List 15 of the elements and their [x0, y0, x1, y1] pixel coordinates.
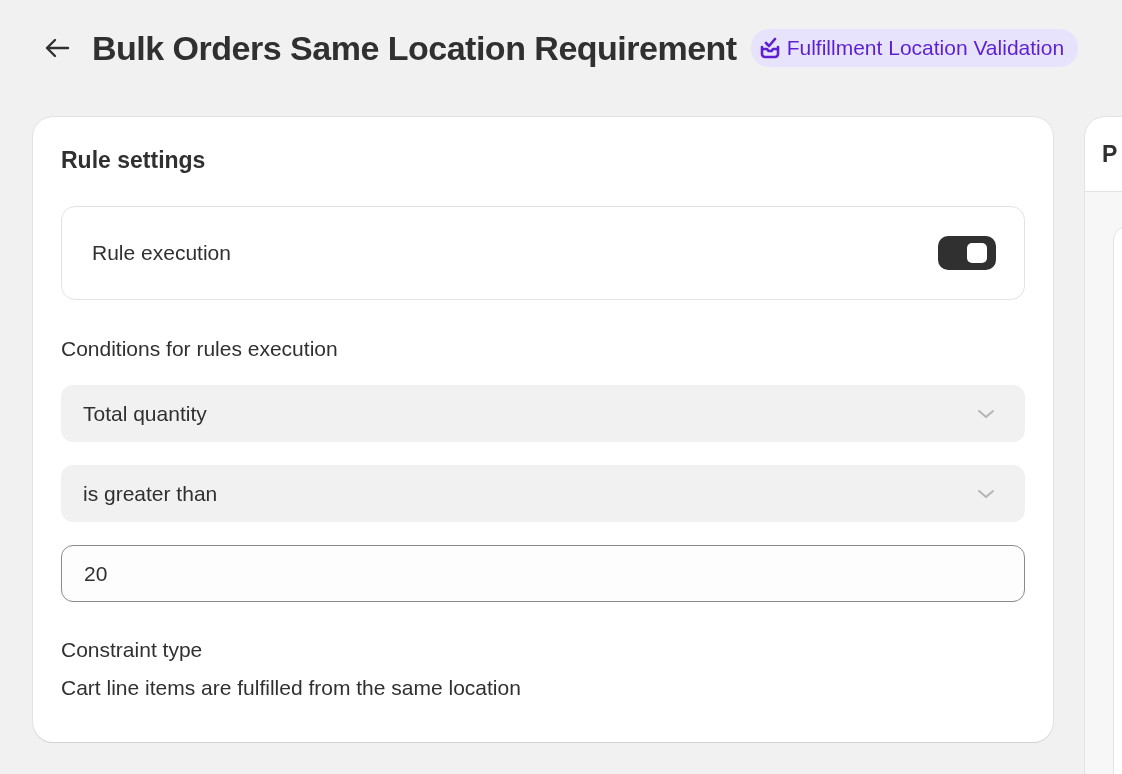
side-panel-title: P — [1102, 141, 1118, 167]
rule-execution-label: Rule execution — [92, 241, 231, 265]
constraint-type-value: Cart line items are fulfilled from the same location — [61, 676, 522, 700]
conditions-label: Conditions for rules execution — [61, 337, 339, 361]
condition-select[interactable]: is greater than — [61, 465, 1025, 522]
chevron-down-icon — [977, 408, 995, 419]
inbox-check-icon — [758, 37, 781, 59]
quantity-input-field[interactable]: 20 — [61, 545, 1025, 602]
constraint-type-label: Constraint type — [61, 638, 204, 662]
badge-label: Fulfillment Location Validation — [786, 36, 1065, 60]
card-title: Rule settings — [61, 147, 207, 174]
page-title: Bulk Orders Same Location Requirement — [92, 28, 737, 68]
rule-execution-toggle[interactable] — [938, 236, 996, 270]
chevron-down-icon — [977, 488, 995, 499]
condition-select[interactable]: Total quantity — [61, 385, 1025, 442]
